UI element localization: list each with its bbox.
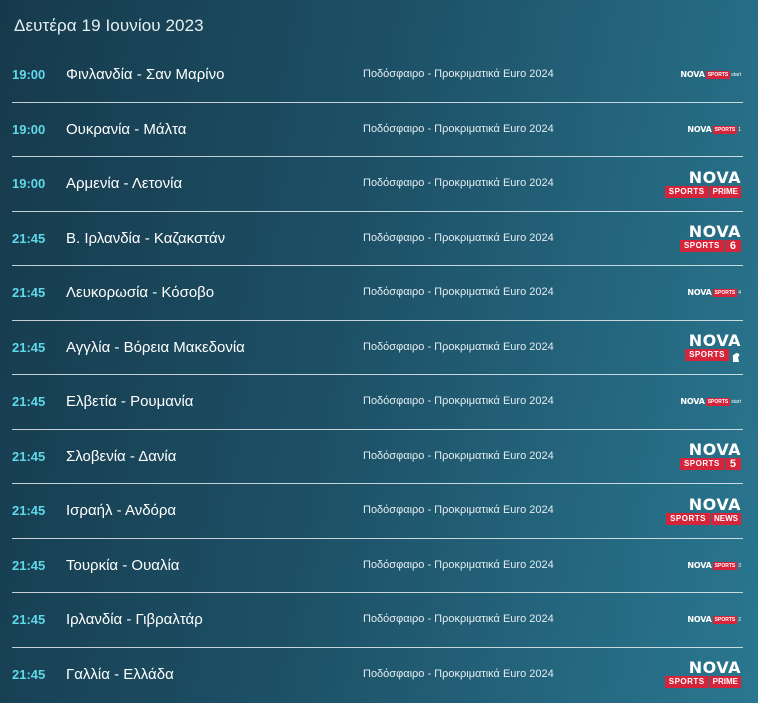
channel-suffix: start xyxy=(731,399,741,405)
match-category: Ποδόσφαιρο - Προκριματικά Euro 2024 xyxy=(363,340,554,353)
match-time: 21:45 xyxy=(12,339,46,355)
channel-logo: NOVA SPORTS NEWS xyxy=(666,494,741,528)
nova-logo-text: NOVA xyxy=(687,124,712,134)
channel-suffix: 6 xyxy=(724,240,741,252)
match-time: 19:00 xyxy=(12,67,46,82)
sports-logo-text: SPORTS xyxy=(712,289,738,297)
channel-suffix: NEWS xyxy=(711,512,741,525)
sports-logo-text: SPORTS xyxy=(685,349,729,361)
match-teams[interactable]: Β. Ιρλανδία - Καζακστάν xyxy=(66,230,225,247)
nova-logo-text: NOVA xyxy=(688,331,741,350)
match-teams[interactable]: Ιρλανδία - Γιβραλτάρ xyxy=(66,611,203,628)
nova-logo-text: NOVA xyxy=(680,397,705,406)
match-time: 19:00 xyxy=(12,121,46,137)
match-category: Ποδόσφαιρο - Προκριματικά Euro 2024 xyxy=(363,122,554,135)
match-category: Ποδόσφαιρο - Προκριματικά Euro 2024 xyxy=(363,613,554,625)
nova-logo-text: NOVA xyxy=(688,440,741,459)
match-row[interactable]: 21:45 Γαλλία - Ελλάδα Ποδόσφαιρο - Προκριμ… xyxy=(12,648,743,702)
sports-logo-text: SPORTS xyxy=(712,125,738,134)
sports-logo-text: SPORTS xyxy=(705,71,731,79)
match-row[interactable]: 21:45 Τουρκία - Ουαλία Ποδόσφαιρο - Προκρι… xyxy=(12,539,743,593)
match-teams[interactable]: Τουρκία - Ουαλία xyxy=(66,557,179,574)
sports-logo-text: SPORTS xyxy=(666,512,710,525)
match-time: 21:45 xyxy=(12,448,46,464)
match-teams[interactable]: Φινλανδία - Σαν Μαρίνο xyxy=(66,66,224,83)
date-header: Δευτέρα 19 Ιουνίου 2023 xyxy=(14,16,204,35)
nova-logo-text: NOVA xyxy=(687,288,712,297)
match-category: Ποδόσφαιρο - Προκριματικά Euro 2024 xyxy=(363,449,554,462)
match-row[interactable]: 21:45 Λευκορωσία - Κόσοβο Ποδόσφαιρο - Προ… xyxy=(12,266,743,321)
channel-suffix: PRIME xyxy=(709,676,741,688)
match-row[interactable]: 21:45 Ισραήλ - Ανδόρα Ποδόσφαιρο - Προκριμ… xyxy=(12,484,743,539)
match-category: Ποδόσφαιρο - Προκριματικά Euro 2024 xyxy=(363,504,554,516)
channel-suffix: 4 xyxy=(738,290,741,296)
channel-logo: NOVA SPORTS xyxy=(671,331,741,365)
match-time: 21:45 xyxy=(12,394,46,409)
match-row[interactable]: 19:00 Αρμενία - Λετονία Ποδόσφαιρο - Προκρ… xyxy=(12,157,743,212)
match-row[interactable]: 19:00 Ουκρανία - Μάλτα Ποδόσφαιρο - Προκρι… xyxy=(12,103,743,157)
nova-logo-text: NOVA xyxy=(688,167,741,187)
match-teams[interactable]: Ισραήλ - Ανδόρα xyxy=(66,502,176,519)
match-category: Ποδόσφαιρο - Προκριματικά Euro 2024 xyxy=(363,177,554,189)
channel-suffix: start xyxy=(731,72,741,78)
match-teams[interactable]: Αγγλία - Βόρεια Μακεδονία xyxy=(66,339,245,356)
match-time: 21:45 xyxy=(12,557,46,573)
match-time: 21:45 xyxy=(12,612,46,627)
match-category: Ποδόσφαιρο - Προκριματικά Euro 2024 xyxy=(363,558,554,571)
match-row[interactable]: 21:45 Σλοβενία - Δανία Ποδόσφαιρο - Προκρι… xyxy=(12,430,743,484)
match-row[interactable]: 19:00 Φινλανδία - Σαν Μαρίνο Ποδόσφαιρο - … xyxy=(12,48,743,103)
channel-logo: NOVA SPORTS 1 xyxy=(671,113,741,147)
match-teams[interactable]: Ουκρανία - Μάλτα xyxy=(66,121,186,138)
sports-logo-text: SPORTS xyxy=(705,398,731,406)
match-row[interactable]: 21:45 Β. Ιρλανδία - Καζακστάν Ποδόσφαιρο -… xyxy=(12,212,743,266)
match-schedule-list: 19:00 Φινλανδία - Σαν Μαρίνο Ποδόσφαιρο - … xyxy=(0,48,758,701)
match-category: Ποδόσφαιρο - Προκριματικά Euro 2024 xyxy=(363,231,554,244)
channel-logo: NOVA SPORTS 2 xyxy=(671,603,741,637)
match-teams[interactable]: Ελβετία - Ρουμανία xyxy=(66,393,193,410)
nova-logo-text: NOVA xyxy=(687,560,712,570)
match-time: 19:00 xyxy=(12,176,46,191)
nova-logo-text: NOVA xyxy=(688,494,741,514)
match-time: 21:45 xyxy=(12,666,46,682)
match-time: 21:45 xyxy=(12,285,46,300)
channel-logo: NOVA SPORTS start xyxy=(671,58,741,92)
match-teams[interactable]: Γαλλία - Ελλάδα xyxy=(66,666,174,683)
match-row[interactable]: 21:45 Αγγλία - Βόρεια Μακεδονία Ποδόσφαιρο… xyxy=(12,321,743,375)
sports-logo-text: SPORTS xyxy=(679,240,724,252)
channel-suffix: 2 xyxy=(738,617,741,623)
channel-logo: NOVA SPORTS 5 xyxy=(671,440,741,474)
channel-logo: NOVA SPORTS 4 xyxy=(671,276,741,310)
nova-logo-text: NOVA xyxy=(688,222,741,241)
match-category: Ποδόσφαιρο - Προκριματικά Euro 2024 xyxy=(363,286,554,298)
sports-logo-text: SPORTS xyxy=(679,458,724,470)
sports-logo-text: SPORTS xyxy=(664,676,709,688)
nova-logo-text: NOVA xyxy=(687,615,712,624)
match-teams[interactable]: Σλοβενία - Δανία xyxy=(66,448,176,465)
match-teams[interactable]: Αρμενία - Λετονία xyxy=(66,175,182,192)
match-category: Ποδόσφαιρο - Προκριματικά Euro 2024 xyxy=(363,68,554,80)
match-teams[interactable]: Λευκορωσία - Κόσοβο xyxy=(66,284,214,301)
channel-logo: NOVA SPORTS 3 xyxy=(671,549,741,583)
match-row[interactable]: 21:45 Ελβετία - Ρουμανία Ποδόσφαιρο - Προκ… xyxy=(12,375,743,430)
sports-logo-text: SPORTS xyxy=(664,185,709,198)
channel-logo: NOVA SPORTS 6 xyxy=(671,222,741,256)
channel-logo: NOVA SPORTS PRIME xyxy=(664,167,741,201)
nova-logo-text: NOVA xyxy=(680,70,705,79)
match-row[interactable]: 21:45 Ιρλανδία - Γιβραλτάρ Ποδόσφαιρο - Πρ… xyxy=(12,593,743,648)
match-category: Ποδόσφαιρο - Προκριματικά Euro 2024 xyxy=(363,395,554,407)
premier-league-lion-icon xyxy=(731,350,741,362)
channel-suffix: 5 xyxy=(724,458,741,470)
sports-logo-text: SPORTS xyxy=(712,616,738,624)
channel-suffix: 1 xyxy=(738,126,741,133)
channel-logo: NOVA SPORTS PRIME xyxy=(664,658,741,692)
channel-suffix: PRIME xyxy=(709,185,741,198)
nova-logo-text: NOVA xyxy=(688,658,741,677)
channel-logo: NOVA SPORTS start xyxy=(671,385,741,419)
sports-logo-text: SPORTS xyxy=(712,561,738,570)
match-time: 21:45 xyxy=(12,230,46,246)
channel-suffix: 3 xyxy=(738,562,741,569)
match-category: Ποδόσφαιρο - Προκριματικά Euro 2024 xyxy=(363,667,554,680)
match-time: 21:45 xyxy=(12,503,46,518)
